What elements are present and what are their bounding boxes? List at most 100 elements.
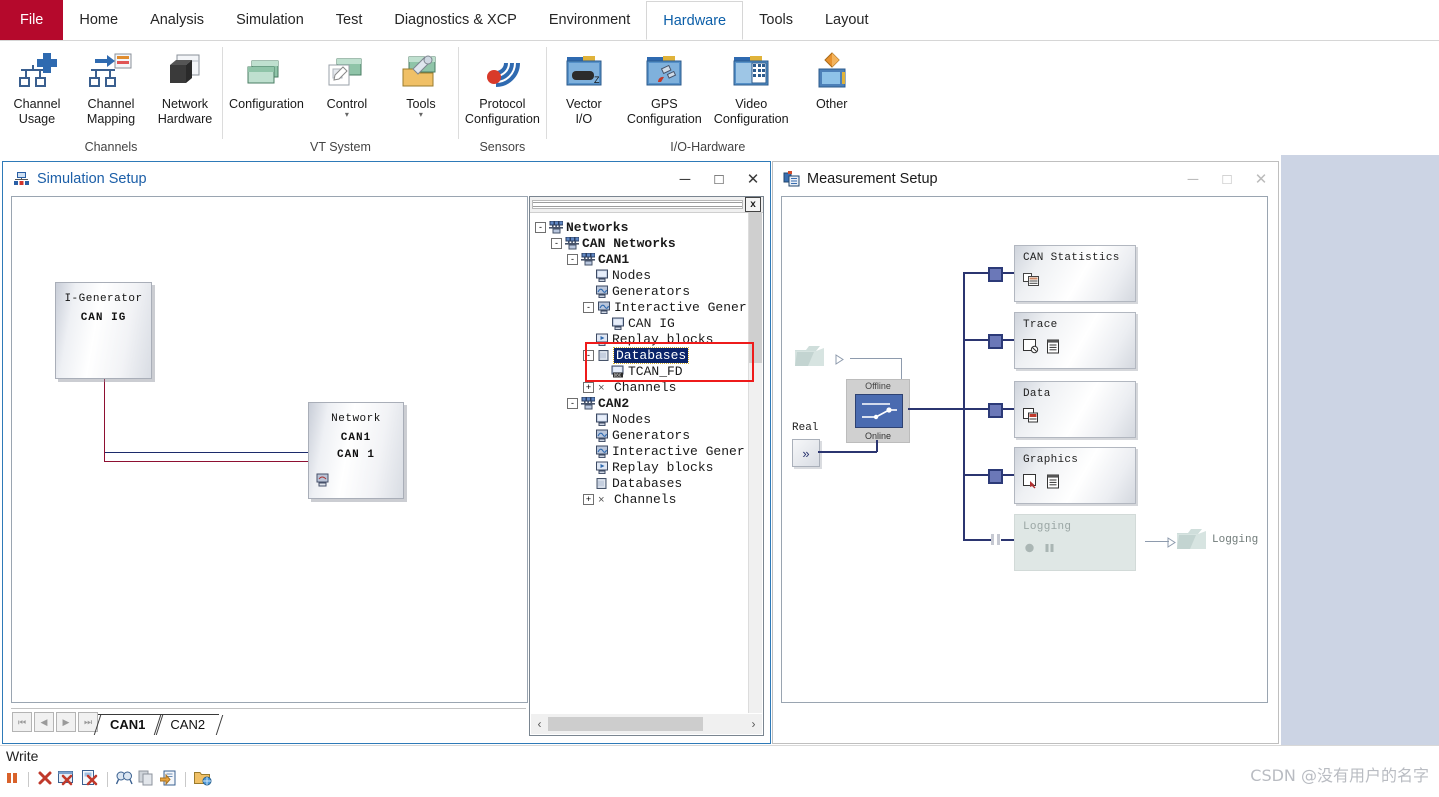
- sheet-tab-can1[interactable]: CAN1: [93, 714, 164, 735]
- chevron-down-icon[interactable]: ▾: [419, 111, 423, 119]
- ribbon-group-label: I/O-Hardware: [670, 140, 746, 154]
- simulation-setup-canvas[interactable]: I-Generator CAN IG Network CAN1 CAN 1: [11, 196, 528, 703]
- ribbon-button-control[interactable]: Control ▾: [310, 41, 384, 119]
- collapse-icon[interactable]: -: [551, 237, 562, 249]
- connector-node-trace[interactable]: [988, 334, 1003, 349]
- tree-item-databases[interactable]: Databases: [535, 475, 749, 491]
- ribbon-tab-tools[interactable]: Tools: [743, 0, 809, 40]
- collapse-icon[interactable]: -: [583, 301, 594, 313]
- pause-icon[interactable]: [4, 770, 20, 789]
- meas-block-data[interactable]: Data: [1014, 381, 1136, 438]
- sheet-tab-can2[interactable]: CAN2: [154, 714, 224, 735]
- simulation-setup-titlebar: Simulation Setup ─ □ ✕: [3, 162, 770, 196]
- tree-item-can2[interactable]: - CAN2: [535, 395, 749, 411]
- sim-block-generator[interactable]: I-Generator CAN IG: [55, 282, 152, 379]
- tree-item-nodes[interactable]: Nodes: [535, 267, 749, 283]
- tree-item-channels[interactable]: + × Channels: [535, 491, 749, 507]
- connector-node-statistics[interactable]: [988, 267, 1003, 282]
- tree-horizontal-scroll-thumb[interactable]: [548, 717, 703, 731]
- ribbon-tab-diagnostics-xcp[interactable]: Diagnostics & XCP: [378, 0, 533, 40]
- tree-item-can-ig[interactable]: CAN IG: [535, 315, 749, 331]
- copy-icon[interactable]: [138, 770, 155, 789]
- measurement-setup-close-button[interactable]: ✕: [1244, 162, 1278, 196]
- measurement-setup-minimize-button[interactable]: ─: [1176, 162, 1210, 196]
- clear-all-icon[interactable]: [58, 770, 76, 789]
- meas-block-graphics[interactable]: Graphics: [1014, 447, 1136, 504]
- collapse-icon[interactable]: -: [583, 349, 594, 361]
- ribbon-tab-hardware[interactable]: Hardware: [646, 1, 744, 40]
- tree-item-replay-blocks[interactable]: Replay blocks: [535, 459, 749, 475]
- export-icon[interactable]: [159, 770, 177, 789]
- tree-scroll-left-button[interactable]: ‹: [531, 717, 548, 731]
- meas-block-trace[interactable]: Trace: [1014, 312, 1136, 369]
- sheet-nav-next-button[interactable]: ▶: [56, 712, 76, 732]
- sheet-nav-previous-button[interactable]: ◀: [34, 712, 54, 732]
- ribbon-button-configuration[interactable]: Configuration: [223, 41, 310, 112]
- tree-item-channels[interactable]: + × Channels: [535, 379, 749, 395]
- tree-item-generators[interactable]: Generators: [535, 283, 749, 299]
- chevron-down-icon[interactable]: ▾: [345, 111, 349, 119]
- ribbon-button-network-hardware[interactable]: Network Hardware: [148, 41, 222, 127]
- ribbon-button-protocol-configuration[interactable]: Protocol Configuration: [459, 41, 546, 127]
- ribbon-button-tools[interactable]: Tools ▾: [384, 41, 458, 119]
- find-icon[interactable]: [115, 770, 133, 789]
- ribbon-button-channel-usage[interactable]: Channel Usage: [0, 41, 74, 127]
- tree-item-generators[interactable]: Generators: [535, 427, 749, 443]
- ribbon-tab-analysis[interactable]: Analysis: [134, 0, 220, 40]
- simulation-setup-minimize-button[interactable]: ─: [668, 162, 702, 196]
- ribbon-tab-file[interactable]: File: [0, 0, 64, 40]
- real-source-button[interactable]: »: [792, 439, 820, 467]
- ribbon-button-video-configuration[interactable]: Video Configuration: [708, 41, 795, 127]
- tree-pane-grip[interactable]: x: [530, 197, 763, 213]
- svg-text:×: ×: [598, 495, 605, 506]
- tree-item-databases[interactable]: - Databases: [535, 346, 749, 364]
- ribbon-group-i-o-hardware: Z Vector I/O GPS Configuration Video Config…: [547, 41, 869, 156]
- tree-vertical-scrollbar[interactable]: [748, 213, 762, 713]
- clear-icon[interactable]: [37, 770, 53, 789]
- connector-node-logging-disabled[interactable]: [989, 533, 1002, 546]
- sheet-nav-first-button[interactable]: ⏮: [12, 712, 32, 732]
- tree-item-interactive-gener[interactable]: - Interactive Gener: [535, 299, 749, 315]
- tree-item-networks[interactable]: - Networks: [535, 219, 749, 235]
- expand-icon[interactable]: +: [583, 493, 594, 505]
- meas-block-can-statistics[interactable]: CAN Statistics: [1014, 245, 1136, 302]
- ribbon-tab-environment[interactable]: Environment: [533, 0, 646, 40]
- tree-item-nodes[interactable]: Nodes: [535, 411, 749, 427]
- open-folder-icon[interactable]: [194, 770, 212, 789]
- tree-close-icon[interactable]: x: [745, 197, 761, 212]
- tree-item-can-networks[interactable]: - CAN Networks: [535, 235, 749, 251]
- offline-source-folder-icon[interactable]: [794, 342, 834, 375]
- sim-block-network[interactable]: Network CAN1 CAN 1: [308, 402, 404, 499]
- ribbon-tab-simulation[interactable]: Simulation: [220, 0, 320, 40]
- statistics-icon: [1023, 272, 1039, 291]
- connector-node-graphics[interactable]: [988, 469, 1003, 484]
- collapse-icon[interactable]: -: [535, 221, 546, 233]
- meas-block-logging[interactable]: Logging: [1014, 514, 1136, 571]
- offline-online-switch[interactable]: Offline Online: [846, 379, 910, 443]
- tree-item-interactive-gener[interactable]: Interactive Gener: [535, 443, 749, 459]
- measurement-setup-maximize-button[interactable]: □: [1210, 162, 1244, 196]
- tree-item-tcan-fd[interactable]: DBC TCAN_FD: [535, 363, 749, 379]
- collapse-icon[interactable]: -: [567, 397, 578, 409]
- tree-scroll-right-button[interactable]: ›: [745, 717, 762, 731]
- ribbon-button-vector-i-o[interactable]: Z Vector I/O: [547, 41, 621, 127]
- ribbon-tab-test[interactable]: Test: [320, 0, 379, 40]
- measurement-setup-canvas[interactable]: Offline Online Real » CAN Statistics Tra…: [781, 196, 1268, 703]
- tree-item-label: Channels: [614, 379, 677, 395]
- ribbon-button-gps-configuration[interactable]: GPS Configuration: [621, 41, 708, 127]
- ribbon-tab-layout[interactable]: Layout: [809, 0, 885, 40]
- connector-node-data[interactable]: [988, 403, 1003, 418]
- simulation-setup-close-button[interactable]: ✕: [736, 162, 770, 196]
- logging-export-folder-icon[interactable]: [1176, 525, 1216, 558]
- tree-item-replay-blocks[interactable]: Replay blocks: [535, 331, 749, 347]
- ribbon-button-other[interactable]: Other: [795, 41, 869, 112]
- tree-horizontal-scrollbar[interactable]: ‹ ›: [531, 714, 762, 734]
- expand-icon[interactable]: +: [583, 381, 594, 393]
- save-clear-icon[interactable]: [81, 770, 99, 789]
- ribbon-tab-home[interactable]: Home: [63, 0, 134, 40]
- ribbon-button-channel-mapping[interactable]: Channel Mapping: [74, 41, 148, 127]
- collapse-icon[interactable]: -: [567, 253, 578, 265]
- simulation-setup-maximize-button[interactable]: □: [702, 162, 736, 196]
- tree-item-can1[interactable]: - CAN1: [535, 251, 749, 267]
- tree-vertical-scroll-thumb[interactable]: [749, 213, 762, 363]
